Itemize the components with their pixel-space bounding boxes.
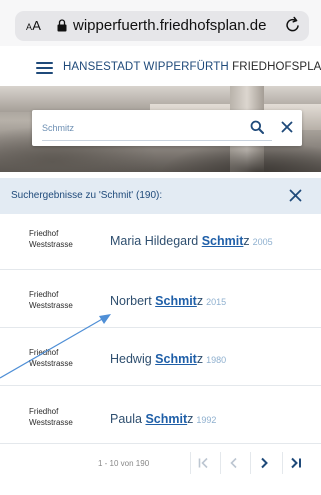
brand-sub: FRIEDHOFSPLAN (228, 61, 321, 73)
result-year: 2015 (206, 297, 227, 307)
cemetery-line2: Weststrasse (29, 301, 73, 310)
name-rest: z (196, 352, 204, 366)
clear-search-icon[interactable] (281, 121, 293, 133)
cemetery-line1: Friedhof (29, 229, 59, 238)
cemetery-line2: Weststrasse (29, 240, 73, 249)
close-results-icon[interactable] (289, 189, 302, 202)
first-page-icon (198, 457, 208, 469)
address-bar[interactable]: AA wipperfuerth.friedhofsplan.de (15, 11, 309, 41)
first-page-button[interactable] (190, 452, 216, 474)
result-name[interactable]: Maria Hildegard Schmitz 2005 (110, 234, 273, 248)
search-input[interactable] (42, 120, 242, 136)
last-page-button[interactable] (282, 452, 308, 474)
result-cemetery: Friedhof Weststrasse (29, 289, 73, 311)
name-first: Maria Hildegard (110, 234, 202, 248)
brand-main: HANSESTADT WIPPERFÜRTH (63, 61, 229, 73)
last-page-icon (290, 457, 301, 469)
result-name[interactable]: Paula Schmitz 1992 (110, 412, 216, 426)
result-name[interactable]: Norbert Schmitz 2015 (110, 294, 226, 308)
result-cemetery: Friedhof Weststrasse (29, 406, 73, 428)
result-row[interactable]: Friedhof Weststrasse Hedwig Schmitz 1980 (0, 330, 321, 386)
text-size-large-glyph: A (32, 18, 42, 33)
search-box (32, 110, 302, 146)
name-rest: z (243, 234, 250, 248)
search-icon[interactable] (250, 120, 264, 134)
page-count: 1 - 10 von 190 (98, 459, 150, 468)
result-row[interactable]: Friedhof Weststrasse Maria Hildegard Sch… (0, 214, 321, 270)
name-highlight: Schmit (201, 234, 244, 248)
site-header: HANSESTADT WIPPERFÜRTH FRIEDHOFSPLAN (0, 46, 321, 86)
cemetery-line1: Friedhof (29, 407, 59, 416)
previous-page-button[interactable] (220, 452, 246, 474)
browser-toolbar: AA wipperfuerth.friedhofsplan.de (0, 0, 321, 46)
cemetery-line2: Weststrasse (29, 359, 73, 368)
chevron-left-icon (229, 457, 237, 469)
chevron-right-icon (260, 457, 268, 469)
site-brand[interactable]: HANSESTADT WIPPERFÜRTH FRIEDHOFSPLAN (63, 61, 321, 73)
result-year: 2005 (252, 237, 273, 247)
result-cemetery: Friedhof Weststrasse (29, 228, 73, 250)
name-first: Norbert (110, 294, 156, 308)
result-row[interactable]: Friedhof Weststrasse Paula Schmitz 1992 (0, 388, 321, 444)
name-highlight: Schmit (155, 352, 197, 366)
lock-icon (57, 19, 67, 32)
reload-icon[interactable] (285, 16, 301, 34)
cemetery-line1: Friedhof (29, 348, 59, 357)
next-page-button[interactable] (250, 452, 276, 474)
name-first: Paula (110, 412, 146, 426)
url-domain[interactable]: wipperfuerth.friedhofsplan.de (73, 17, 266, 34)
text-size-button[interactable]: AA (26, 18, 41, 33)
result-name[interactable]: Hedwig Schmitz 1980 (110, 352, 226, 366)
cemetery-line2: Weststrasse (29, 418, 73, 427)
results-header: Suchergebnisse zu 'Schmit' (190): (0, 178, 321, 214)
pagination: 1 - 10 von 190 (0, 447, 321, 495)
cemetery-line1: Friedhof (29, 290, 59, 299)
results-heading: Suchergebnisse zu 'Schmit' (190): (11, 190, 163, 201)
name-rest: z (196, 294, 204, 308)
name-highlight: Schmit (145, 412, 188, 426)
result-year: 1980 (206, 355, 227, 365)
menu-icon[interactable] (36, 62, 53, 74)
result-row[interactable]: Friedhof Weststrasse Norbert Schmitz 2015 (0, 272, 321, 328)
result-year: 1992 (196, 415, 217, 425)
name-highlight: Schmit (155, 294, 197, 308)
result-cemetery: Friedhof Weststrasse (29, 347, 73, 369)
name-first: Hedwig (110, 352, 156, 366)
name-rest: z (187, 412, 194, 426)
